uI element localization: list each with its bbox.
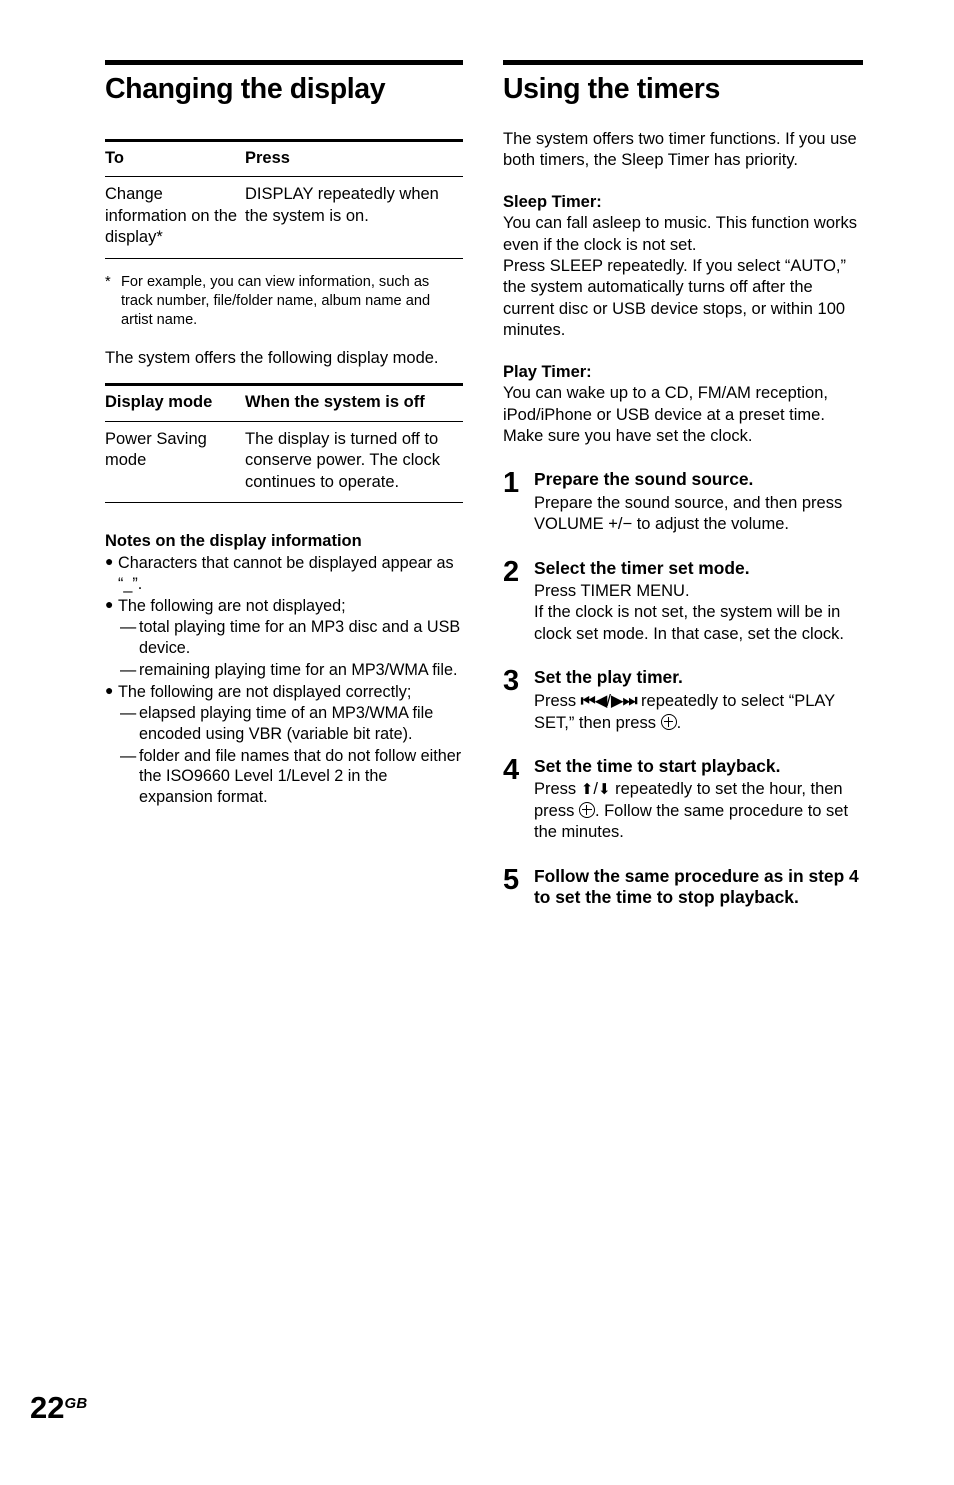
note-subtext: total playing time for an MP3 disc and a… (139, 618, 461, 658)
table1-header-to: To (105, 148, 124, 167)
note-subtext: remaining playing time for an MP3/WMA fi… (139, 660, 458, 679)
notes-list: ● Characters that cannot be displayed ap… (105, 553, 463, 808)
step-text: Press TIMER MENU. (534, 581, 690, 600)
skip-previous-icon: ⏮◀ (580, 691, 608, 711)
arrow-up-icon: ⬆ (580, 780, 594, 799)
step-1: 1 Prepare the sound source. Prepare the … (503, 469, 863, 535)
arrow-down-icon: ⬇ (597, 780, 611, 799)
enter-circle-plus-icon (578, 801, 595, 818)
display-mode-intro: The system offers the following display … (105, 348, 439, 367)
timers-intro: The system offers two timer functions. I… (503, 129, 857, 170)
table2-header-display-mode: Display mode (105, 393, 213, 412)
footnote-text: For example, you can view information, s… (121, 273, 431, 328)
step-title: Prepare the sound source. (534, 469, 754, 490)
step-2: 2 Select the timer set mode. Press TIMER… (503, 555, 863, 646)
table-row: Change information on the display* DISPL… (105, 177, 463, 257)
step-number: 5 (503, 863, 520, 896)
manual-page: Changing the display To Press Change inf… (0, 0, 954, 1485)
table1-header-row: To Press (105, 142, 463, 176)
step-number: 2 (503, 555, 520, 588)
sleep-timer-heading: Sleep Timer: (503, 192, 602, 211)
display-mode-table: Display mode When the system is off Powe… (105, 383, 463, 504)
list-item: ● The following are not displayed; (105, 596, 463, 617)
sleep-timer-text-1: You can fall asleep to music. This funct… (503, 214, 858, 254)
note-subtext: folder and file names that do not follow… (139, 746, 462, 807)
table2-cell-when-off: The display is turned off to conserve po… (245, 429, 441, 491)
table1-header-press: Press (245, 148, 290, 167)
step-text: Prepare the sound source, and then press… (534, 493, 843, 534)
bullet-icon: ● (105, 553, 114, 570)
footnote-marker: * (105, 273, 111, 290)
note-sublist: — total playing time for an MP3 disc and… (105, 617, 463, 680)
note-text: Characters that cannot be displayed appe… (118, 554, 454, 593)
step-5: 5 Follow the same procedure as in step 4… (503, 863, 863, 910)
section-title-rule-left (105, 60, 463, 65)
step-text-part-a: Press (534, 780, 581, 799)
step-title: Set the time to start playback. (534, 756, 781, 777)
page-number: 22GB (30, 1392, 87, 1423)
list-item: ● The following are not displayed correc… (105, 682, 463, 703)
step-text-part-c: . (676, 713, 682, 732)
table1-cell-to: Change information on the display* (105, 185, 238, 247)
list-item: — total playing time for an MP3 disc and… (105, 617, 463, 658)
dash-icon: — (120, 660, 137, 679)
step-4: 4 Set the time to start playback. Press … (503, 756, 863, 844)
page-title-using-the-timers: Using the timers (503, 73, 720, 105)
list-item: — folder and file names that do not foll… (105, 746, 463, 808)
table2-cell-mode: Power Saving mode (105, 429, 207, 470)
notes-heading: Notes on the display information (105, 532, 362, 551)
step-number: 4 (503, 754, 520, 787)
enter-circle-plus-icon (660, 713, 677, 730)
list-item: ● Characters that cannot be displayed ap… (105, 553, 463, 594)
table2-header-row: Display mode When the system is off (105, 386, 463, 420)
note-sublist: — elapsed playing time of an MP3/WMA fil… (105, 703, 463, 808)
right-column: Using the timers The system offers two t… (503, 60, 863, 910)
table2-header-when-system-off: When the system is off (245, 393, 425, 412)
table1-cell-press: DISPLAY repeatedly when the system is on… (245, 185, 439, 225)
bullet-icon: ● (105, 595, 114, 612)
step-text-part-a: Press (534, 692, 581, 711)
play-timer-text-1: You can wake up to a CD, FM/AM reception… (503, 384, 828, 424)
step-number: 3 (503, 665, 520, 698)
page-region-code: GB (64, 1395, 88, 1412)
play-timer-heading: Play Timer: (503, 362, 592, 381)
display-actions-table: To Press Change information on the displ… (105, 138, 463, 259)
step-text: Press ⬆/⬇ repeatedly to set the hour, th… (534, 779, 863, 843)
page-title-changing-the-display: Changing the display (105, 73, 386, 105)
step-3: 3 Set the play timer. Press ⏮◀/▶⏭ repeat… (503, 667, 863, 734)
play-timer-text-2: Make sure you have set the clock. (503, 427, 753, 446)
list-item: — remaining playing time for an MP3/WMA … (105, 660, 463, 681)
dash-icon: — (120, 704, 137, 723)
section-title-rule-right (503, 60, 863, 65)
bullet-icon: ● (105, 681, 114, 698)
step-title: Set the play timer. (534, 667, 683, 688)
footnote-display-asterisk: * For example, you can view information,… (105, 273, 463, 330)
table-row: Power Saving mode The display is turned … (105, 422, 463, 502)
note-text: The following are not displayed correctl… (118, 682, 412, 701)
step-title: Select the timer set mode. (534, 557, 750, 578)
page-number-value: 22 (30, 1390, 65, 1425)
list-item: — elapsed playing time of an MP3/WMA fil… (105, 703, 463, 744)
step-title: Follow the same procedure as in step 4 t… (534, 865, 859, 907)
skip-next-icon: ▶⏭ (610, 691, 638, 711)
step-text: Press ⏮◀/▶⏭ repeatedly to select “PLAY S… (534, 690, 863, 734)
left-column: Changing the display To Press Change inf… (105, 60, 463, 809)
dash-icon: — (120, 746, 137, 765)
step-number: 1 (503, 467, 520, 500)
step-text-secondary: If the clock is not set, the system will… (534, 603, 844, 643)
note-text: The following are not displayed; (118, 596, 346, 615)
sleep-timer-text-2: Press SLEEP repeatedly. If you select “A… (503, 256, 846, 340)
note-subtext: elapsed playing time of an MP3/WMA file … (139, 704, 434, 744)
dash-icon: — (120, 618, 137, 637)
